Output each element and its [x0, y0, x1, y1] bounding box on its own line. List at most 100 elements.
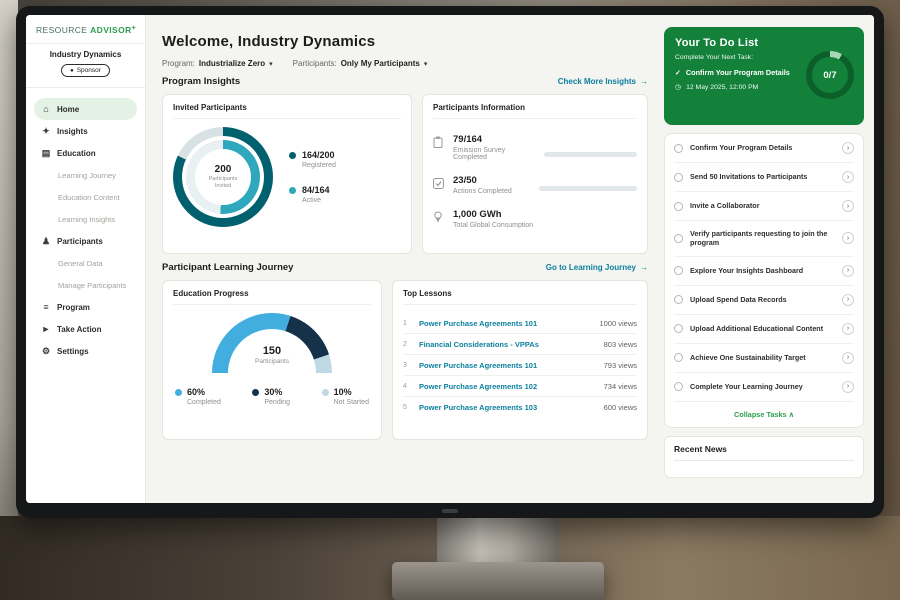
sidebar-item-education-content[interactable]: Education Content	[34, 186, 137, 208]
lesson-rank: 1	[403, 320, 411, 327]
sidebar-item-insights[interactable]: ✦ Insights	[34, 120, 137, 142]
sidebar-item-settings[interactable]: ⚙ Settings	[34, 340, 137, 362]
lesson-row: 4 Power Purchase Agreements 102 734 view…	[403, 376, 637, 397]
check-icon: ✓	[675, 69, 681, 77]
task-checkbox[interactable]	[674, 353, 683, 362]
chevron-right-icon[interactable]: ›	[842, 323, 854, 335]
info-row-survey: 79/164 Emission Survey Completed	[433, 127, 637, 168]
legend-value: 60%	[187, 387, 221, 397]
participants-dropdown[interactable]: Participants: Only My Participants ▾	[293, 59, 428, 68]
task-row[interactable]: Confirm Your Program Details ›	[674, 134, 854, 163]
chevron-right-icon[interactable]: ›	[842, 142, 854, 154]
chevron-right-icon[interactable]: ›	[842, 294, 854, 306]
info-row-actions: 23/50 Actions Completed	[433, 168, 637, 202]
chevron-right-icon[interactable]: ›	[842, 352, 854, 364]
task-checkbox[interactable]	[674, 266, 683, 275]
donut-center-value: 200	[215, 164, 232, 175]
task-label: Upload Additional Educational Content	[690, 324, 835, 333]
task-checkbox[interactable]	[674, 234, 683, 243]
task-row[interactable]: Invite a Collaborator ›	[674, 192, 854, 221]
logo-plus: +	[132, 25, 137, 32]
education-gauge-chart: 150 Participants	[212, 313, 332, 375]
task-row[interactable]: Upload Spend Data Records ›	[674, 286, 854, 315]
recent-news-section: Recent News	[664, 436, 864, 478]
task-checkbox[interactable]	[674, 324, 683, 333]
sidebar-item-learning-journey[interactable]: Learning Journey	[34, 164, 137, 186]
learning-cards-row: Education Progress 150 Participants 60%	[162, 280, 648, 440]
legend-item-registered: 164/200 Registered	[289, 150, 336, 169]
sidebar-item-participants[interactable]: ♟ Participants	[34, 230, 137, 252]
lesson-rank: 2	[403, 341, 411, 348]
chevron-right-icon[interactable]: ›	[842, 171, 854, 183]
pending-dot-icon	[252, 389, 259, 396]
lesson-link[interactable]: Financial Considerations - VPPAs	[419, 340, 539, 349]
chevron-up-icon: ∧	[789, 410, 794, 419]
lesson-views: 793 views	[604, 361, 637, 370]
lesson-link[interactable]: Power Purchase Agreements 102	[419, 382, 537, 391]
info-label: Emission Survey Completed	[453, 147, 536, 161]
task-row[interactable]: Verify participants requesting to join t…	[674, 221, 854, 257]
legend-item-not-started: 10% Not Started	[322, 387, 369, 406]
task-checkbox[interactable]	[674, 144, 683, 153]
task-row[interactable]: Complete Your Learning Journey ›	[674, 373, 854, 402]
sponsor-icon: ●	[70, 68, 74, 74]
invited-donut-chart: 200 Participants Invited	[173, 127, 273, 227]
todo-progress-value: 0/7	[812, 57, 848, 93]
collapse-tasks-button[interactable]: Collapse Tasks ∧	[674, 402, 854, 427]
sidebar-nav: ⌂ Home ✦ Insights ▤ Education Learning J…	[26, 94, 145, 366]
chevron-down-icon: ▾	[424, 60, 428, 68]
sidebar-item-manage-participants[interactable]: Manage Participants	[34, 274, 137, 296]
task-checkbox[interactable]	[674, 295, 683, 304]
program-dropdown[interactable]: Program: Industrialize Zero ▾	[162, 59, 273, 68]
clipboard-icon	[433, 134, 445, 153]
task-checkbox[interactable]	[674, 173, 683, 182]
task-checkbox[interactable]	[674, 202, 683, 211]
filter-bar: Program: Industrialize Zero ▾ Participan…	[162, 59, 648, 68]
sidebar-item-label: Education	[57, 149, 96, 158]
education-progress-card: Education Progress 150 Participants 60%	[162, 280, 382, 440]
education-icon: ▤	[41, 149, 51, 158]
chevron-right-icon[interactable]: ›	[842, 200, 854, 212]
info-value: 1,000 GWh	[453, 209, 533, 220]
sidebar-item-label: General Data	[58, 259, 103, 268]
task-row[interactable]: Achieve One Sustainability Target ›	[674, 344, 854, 373]
monitor-stand-base	[392, 562, 604, 600]
sidebar-item-home[interactable]: ⌂ Home	[34, 98, 137, 120]
section-title: Participant Learning Journey	[162, 262, 293, 273]
go-to-learning-journey-link[interactable]: Go to Learning Journey →	[546, 263, 648, 272]
sidebar-item-learning-insights[interactable]: Learning Insights	[34, 208, 137, 230]
actions-progress-bar	[539, 186, 637, 191]
lesson-views: 803 views	[604, 340, 637, 349]
chevron-right-icon[interactable]: ›	[842, 381, 854, 393]
todo-due-label: 12 May 2025, 12:00 PM	[686, 84, 758, 91]
legend-label: Not Started	[334, 399, 369, 406]
org-name: Industry Dynamics	[26, 50, 145, 59]
sidebar-item-take-action[interactable]: ► Take Action	[34, 318, 137, 340]
sponsor-badge: ● Sponsor	[61, 64, 110, 77]
card-title: Participants Information	[433, 103, 637, 119]
lesson-rank: 4	[403, 383, 411, 390]
sidebar-item-program[interactable]: ≡ Program	[34, 296, 137, 318]
program-insights-header: Program Insights Check More Insights →	[162, 76, 648, 87]
todo-panel: Your To Do List Complete Your Next Task:…	[660, 15, 874, 503]
check-more-insights-link[interactable]: Check More Insights →	[558, 77, 648, 86]
sidebar-item-general-data[interactable]: General Data	[34, 252, 137, 274]
divider	[26, 43, 145, 44]
take-action-icon: ►	[41, 325, 51, 334]
legend-label: Completed	[187, 399, 221, 406]
lesson-link[interactable]: Power Purchase Agreements 101	[419, 361, 537, 370]
lesson-link[interactable]: Power Purchase Agreements 103	[419, 403, 537, 412]
task-list: Confirm Your Program Details › Send 50 I…	[664, 133, 864, 428]
chevron-right-icon[interactable]: ›	[842, 265, 854, 277]
task-checkbox[interactable]	[674, 382, 683, 391]
sidebar-item-education[interactable]: ▤ Education	[34, 142, 137, 164]
lesson-row: 5 Power Purchase Agreements 103 600 view…	[403, 397, 637, 417]
lesson-link[interactable]: Power Purchase Agreements 101	[419, 319, 537, 328]
lesson-rank: 5	[403, 404, 411, 411]
task-row[interactable]: Send 50 Invitations to Participants ›	[674, 163, 854, 192]
task-row[interactable]: Upload Additional Educational Content ›	[674, 315, 854, 344]
chevron-right-icon[interactable]: ›	[842, 232, 854, 244]
main-content: Welcome, Industry Dynamics Program: Indu…	[146, 15, 660, 503]
todo-next-task: ✓ Confirm Your Program Details	[675, 68, 805, 77]
task-row[interactable]: Explore Your Insights Dashboard ›	[674, 257, 854, 286]
